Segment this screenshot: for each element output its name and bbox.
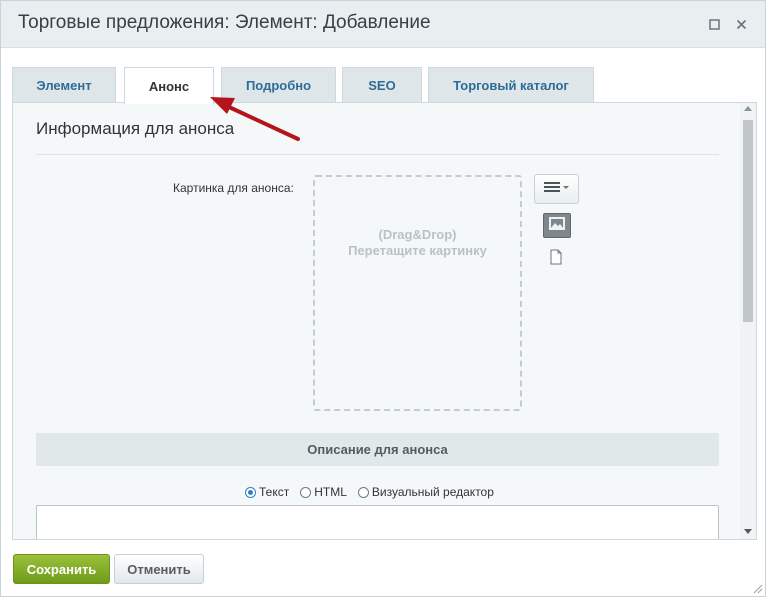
image-upload-button[interactable] [543,213,571,238]
image-dropzone[interactable]: (Drag&Drop) Перетащите картинку [313,175,522,411]
picture-label: Картинка для анонса: [173,181,294,195]
maximize-icon[interactable] [705,15,723,33]
radio-text-mode[interactable]: Текст [245,485,289,499]
tab-element[interactable]: Элемент [12,67,116,102]
scroll-down-icon[interactable] [744,529,752,534]
close-icon[interactable] [732,15,750,33]
description-section-header: Описание для анонса [36,433,719,466]
divider [36,154,719,155]
tab-label: Элемент [36,77,92,93]
radio-button-checked[interactable] [245,486,256,498]
resize-handle-icon[interactable] [751,581,763,594]
tab-details[interactable]: Подробно [221,67,336,102]
scroll-up-icon[interactable] [744,106,752,111]
tab-label: Торговый каталог [453,77,569,93]
vertical-scrollbar[interactable] [740,103,756,539]
tab-trade-catalog[interactable]: Торговый каталог [428,67,594,102]
cancel-button[interactable]: Отменить [114,554,204,584]
radio-label: Текст [259,485,290,499]
title-bar: Торговые предложения: Элемент: Добавлени… [1,1,765,48]
window-title: Торговые предложения: Элемент: Добавлени… [18,12,431,33]
radio-label: HTML [314,485,347,499]
tab-content-panel: Информация для анонса Картинка для анонс… [12,102,757,540]
radio-button[interactable] [357,486,369,498]
dropzone-hint: (Drag&Drop) [378,227,457,242]
scrollbar-thumb[interactable] [743,120,753,322]
dialog-window: Торговые предложения: Элемент: Добавлени… [0,0,766,597]
tab-bar: Элемент Анонс Подробно SEO Торговый ката… [12,67,752,104]
tab-seo[interactable]: SEO [342,67,422,102]
radio-button[interactable] [300,486,312,498]
description-header-label: Описание для анонса [307,442,448,457]
editor-mode-group: Текст HTML Визуальный редактор [245,483,505,501]
radio-label: Визуальный редактор [371,485,494,499]
section-title: Информация для анонса [36,119,235,138]
file-icon[interactable] [549,249,563,265]
menu-icon [543,180,570,198]
description-textarea[interactable] [36,505,719,539]
dropzone-hint-text: Перетащите картинку [348,243,487,258]
radio-html-mode[interactable]: HTML [300,485,347,499]
save-button[interactable]: Сохранить [13,554,110,584]
tab-label: Подробно [245,77,312,93]
tab-announcement[interactable]: Анонс [124,67,214,104]
tab-label: Анонс [148,78,190,94]
tab-label: SEO [368,77,396,93]
radio-visual-editor-mode[interactable]: Визуальный редактор [357,485,494,499]
upload-menu-button[interactable] [534,174,579,204]
image-icon [549,216,565,235]
